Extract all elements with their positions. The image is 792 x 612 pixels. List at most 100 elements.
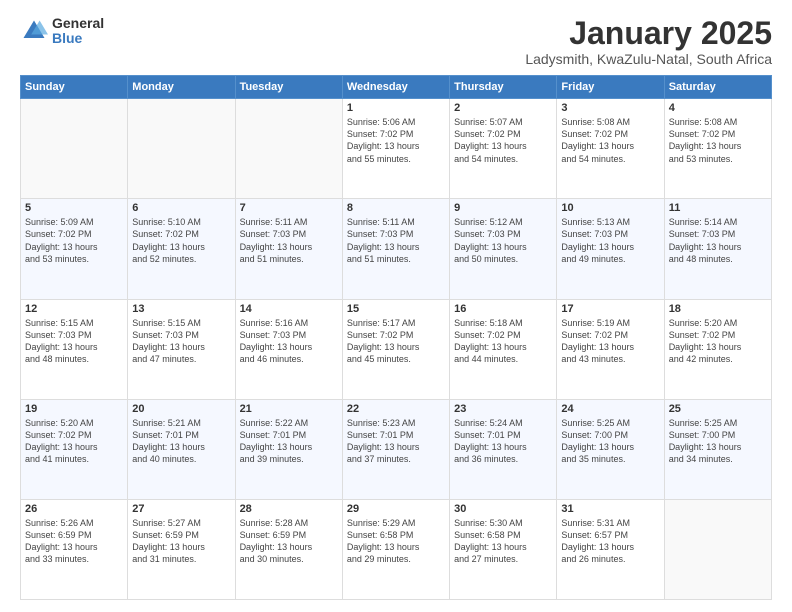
day-number: 13 bbox=[132, 303, 230, 315]
table-row: 12 Sunrise: 5:15 AM Sunset: 7:03 PM Dayli… bbox=[21, 299, 128, 399]
table-row: 13 Sunrise: 5:15 AM Sunset: 7:03 PM Dayli… bbox=[128, 299, 235, 399]
day-number: 12 bbox=[25, 303, 123, 315]
day-info: Sunrise: 5:29 AM Sunset: 6:58 PM Dayligh… bbox=[347, 517, 445, 566]
day-info: Sunrise: 5:21 AM Sunset: 7:01 PM Dayligh… bbox=[132, 417, 230, 466]
table-row: 28 Sunrise: 5:28 AM Sunset: 6:59 PM Dayli… bbox=[235, 499, 342, 599]
day-number: 27 bbox=[132, 503, 230, 515]
logo-general-label: General bbox=[52, 16, 104, 31]
day-number: 20 bbox=[132, 403, 230, 415]
table-row: 18 Sunrise: 5:20 AM Sunset: 7:02 PM Dayli… bbox=[664, 299, 771, 399]
col-friday: Friday bbox=[557, 76, 664, 99]
calendar-table: Sunday Monday Tuesday Wednesday Thursday… bbox=[20, 75, 772, 600]
col-thursday: Thursday bbox=[450, 76, 557, 99]
day-info: Sunrise: 5:31 AM Sunset: 6:57 PM Dayligh… bbox=[561, 517, 659, 566]
day-info: Sunrise: 5:20 AM Sunset: 7:02 PM Dayligh… bbox=[669, 317, 767, 366]
logo-text: General Blue bbox=[52, 16, 104, 47]
table-row: 4 Sunrise: 5:08 AM Sunset: 7:02 PM Daylig… bbox=[664, 99, 771, 199]
table-row: 8 Sunrise: 5:11 AM Sunset: 7:03 PM Daylig… bbox=[342, 199, 449, 299]
day-info: Sunrise: 5:20 AM Sunset: 7:02 PM Dayligh… bbox=[25, 417, 123, 466]
col-tuesday: Tuesday bbox=[235, 76, 342, 99]
table-row: 19 Sunrise: 5:20 AM Sunset: 7:02 PM Dayli… bbox=[21, 399, 128, 499]
logo-blue-label: Blue bbox=[52, 31, 104, 46]
day-info: Sunrise: 5:08 AM Sunset: 7:02 PM Dayligh… bbox=[669, 116, 767, 165]
day-info: Sunrise: 5:17 AM Sunset: 7:02 PM Dayligh… bbox=[347, 317, 445, 366]
logo-icon bbox=[20, 17, 48, 45]
table-row: 11 Sunrise: 5:14 AM Sunset: 7:03 PM Dayli… bbox=[664, 199, 771, 299]
day-info: Sunrise: 5:14 AM Sunset: 7:03 PM Dayligh… bbox=[669, 216, 767, 265]
table-row: 2 Sunrise: 5:07 AM Sunset: 7:02 PM Daylig… bbox=[450, 99, 557, 199]
table-row: 3 Sunrise: 5:08 AM Sunset: 7:02 PM Daylig… bbox=[557, 99, 664, 199]
day-info: Sunrise: 5:24 AM Sunset: 7:01 PM Dayligh… bbox=[454, 417, 552, 466]
day-number: 31 bbox=[561, 503, 659, 515]
day-info: Sunrise: 5:07 AM Sunset: 7:02 PM Dayligh… bbox=[454, 116, 552, 165]
day-number: 9 bbox=[454, 202, 552, 214]
day-number: 23 bbox=[454, 403, 552, 415]
table-row: 9 Sunrise: 5:12 AM Sunset: 7:03 PM Daylig… bbox=[450, 199, 557, 299]
table-row: 7Sunrise: 5:11 AM Sunset: 7:03 PM Daylig… bbox=[235, 199, 342, 299]
logo: General Blue bbox=[20, 16, 104, 47]
month-title: January 2025 bbox=[525, 16, 772, 51]
day-number: 29 bbox=[347, 503, 445, 515]
table-row: 5 Sunrise: 5:09 AM Sunset: 7:02 PM Daylig… bbox=[21, 199, 128, 299]
day-info: Sunrise: 5:23 AM Sunset: 7:01 PM Dayligh… bbox=[347, 417, 445, 466]
header: General Blue January 2025 Ladysmith, Kwa… bbox=[20, 16, 772, 67]
calendar-header-row: Sunday Monday Tuesday Wednesday Thursday… bbox=[21, 76, 772, 99]
day-number: 3 bbox=[561, 102, 659, 114]
day-info: Sunrise: 5:30 AM Sunset: 6:58 PM Dayligh… bbox=[454, 517, 552, 566]
calendar-week-3: 12 Sunrise: 5:15 AM Sunset: 7:03 PM Dayli… bbox=[21, 299, 772, 399]
day-info: Sunrise: 5:22 AM Sunset: 7:01 PM Dayligh… bbox=[240, 417, 338, 466]
day-number: 18 bbox=[669, 303, 767, 315]
table-row bbox=[235, 99, 342, 199]
day-number: 4 bbox=[669, 102, 767, 114]
table-row: 1 Sunrise: 5:06 AM Sunset: 7:02 PM Daylig… bbox=[342, 99, 449, 199]
day-info: Sunrise: 5:28 AM Sunset: 6:59 PM Dayligh… bbox=[240, 517, 338, 566]
day-number: 11 bbox=[669, 202, 767, 214]
day-info: Sunrise: 5:10 AM Sunset: 7:02 PM Dayligh… bbox=[132, 216, 230, 265]
day-info: Sunrise: 5:13 AM Sunset: 7:03 PM Dayligh… bbox=[561, 216, 659, 265]
table-row: 25 Sunrise: 5:25 AM Sunset: 7:00 PM Dayli… bbox=[664, 399, 771, 499]
table-row: 23 Sunrise: 5:24 AM Sunset: 7:01 PM Dayli… bbox=[450, 399, 557, 499]
day-number: 16 bbox=[454, 303, 552, 315]
day-number: 24 bbox=[561, 403, 659, 415]
table-row: 17Sunrise: 5:19 AM Sunset: 7:02 PM Dayli… bbox=[557, 299, 664, 399]
day-number: 8 bbox=[347, 202, 445, 214]
table-row: 16Sunrise: 5:18 AM Sunset: 7:02 PM Dayli… bbox=[450, 299, 557, 399]
day-number: 28 bbox=[240, 503, 338, 515]
day-number: 5 bbox=[25, 202, 123, 214]
day-info: Sunrise: 5:11 AM Sunset: 7:03 PM Dayligh… bbox=[240, 216, 338, 265]
day-number: 10 bbox=[561, 202, 659, 214]
day-number: 19 bbox=[25, 403, 123, 415]
table-row: 15Sunrise: 5:17 AM Sunset: 7:02 PM Dayli… bbox=[342, 299, 449, 399]
day-number: 25 bbox=[669, 403, 767, 415]
table-row: 22Sunrise: 5:23 AM Sunset: 7:01 PM Dayli… bbox=[342, 399, 449, 499]
table-row: 26 Sunrise: 5:26 AM Sunset: 6:59 PM Dayli… bbox=[21, 499, 128, 599]
day-number: 2 bbox=[454, 102, 552, 114]
day-info: Sunrise: 5:15 AM Sunset: 7:03 PM Dayligh… bbox=[25, 317, 123, 366]
title-block: January 2025 Ladysmith, KwaZulu-Natal, S… bbox=[525, 16, 772, 67]
day-info: Sunrise: 5:06 AM Sunset: 7:02 PM Dayligh… bbox=[347, 116, 445, 165]
location-title: Ladysmith, KwaZulu-Natal, South Africa bbox=[525, 51, 772, 67]
table-row: 20 Sunrise: 5:21 AM Sunset: 7:01 PM Dayli… bbox=[128, 399, 235, 499]
table-row: 24Sunrise: 5:25 AM Sunset: 7:00 PM Dayli… bbox=[557, 399, 664, 499]
calendar-week-2: 5 Sunrise: 5:09 AM Sunset: 7:02 PM Daylig… bbox=[21, 199, 772, 299]
day-info: Sunrise: 5:26 AM Sunset: 6:59 PM Dayligh… bbox=[25, 517, 123, 566]
day-info: Sunrise: 5:16 AM Sunset: 7:03 PM Dayligh… bbox=[240, 317, 338, 366]
day-info: Sunrise: 5:08 AM Sunset: 7:02 PM Dayligh… bbox=[561, 116, 659, 165]
day-number: 30 bbox=[454, 503, 552, 515]
calendar-week-1: 1 Sunrise: 5:06 AM Sunset: 7:02 PM Daylig… bbox=[21, 99, 772, 199]
day-info: Sunrise: 5:09 AM Sunset: 7:02 PM Dayligh… bbox=[25, 216, 123, 265]
day-number: 1 bbox=[347, 102, 445, 114]
col-sunday: Sunday bbox=[21, 76, 128, 99]
day-number: 26 bbox=[25, 503, 123, 515]
day-info: Sunrise: 5:11 AM Sunset: 7:03 PM Dayligh… bbox=[347, 216, 445, 265]
col-monday: Monday bbox=[128, 76, 235, 99]
table-row: 10 Sunrise: 5:13 AM Sunset: 7:03 PM Dayli… bbox=[557, 199, 664, 299]
calendar-week-5: 26 Sunrise: 5:26 AM Sunset: 6:59 PM Dayli… bbox=[21, 499, 772, 599]
calendar-week-4: 19 Sunrise: 5:20 AM Sunset: 7:02 PM Dayli… bbox=[21, 399, 772, 499]
table-row: 27Sunrise: 5:27 AM Sunset: 6:59 PM Dayli… bbox=[128, 499, 235, 599]
col-saturday: Saturday bbox=[664, 76, 771, 99]
table-row: 29 Sunrise: 5:29 AM Sunset: 6:58 PM Dayli… bbox=[342, 499, 449, 599]
day-info: Sunrise: 5:12 AM Sunset: 7:03 PM Dayligh… bbox=[454, 216, 552, 265]
day-info: Sunrise: 5:15 AM Sunset: 7:03 PM Dayligh… bbox=[132, 317, 230, 366]
day-info: Sunrise: 5:25 AM Sunset: 7:00 PM Dayligh… bbox=[669, 417, 767, 466]
